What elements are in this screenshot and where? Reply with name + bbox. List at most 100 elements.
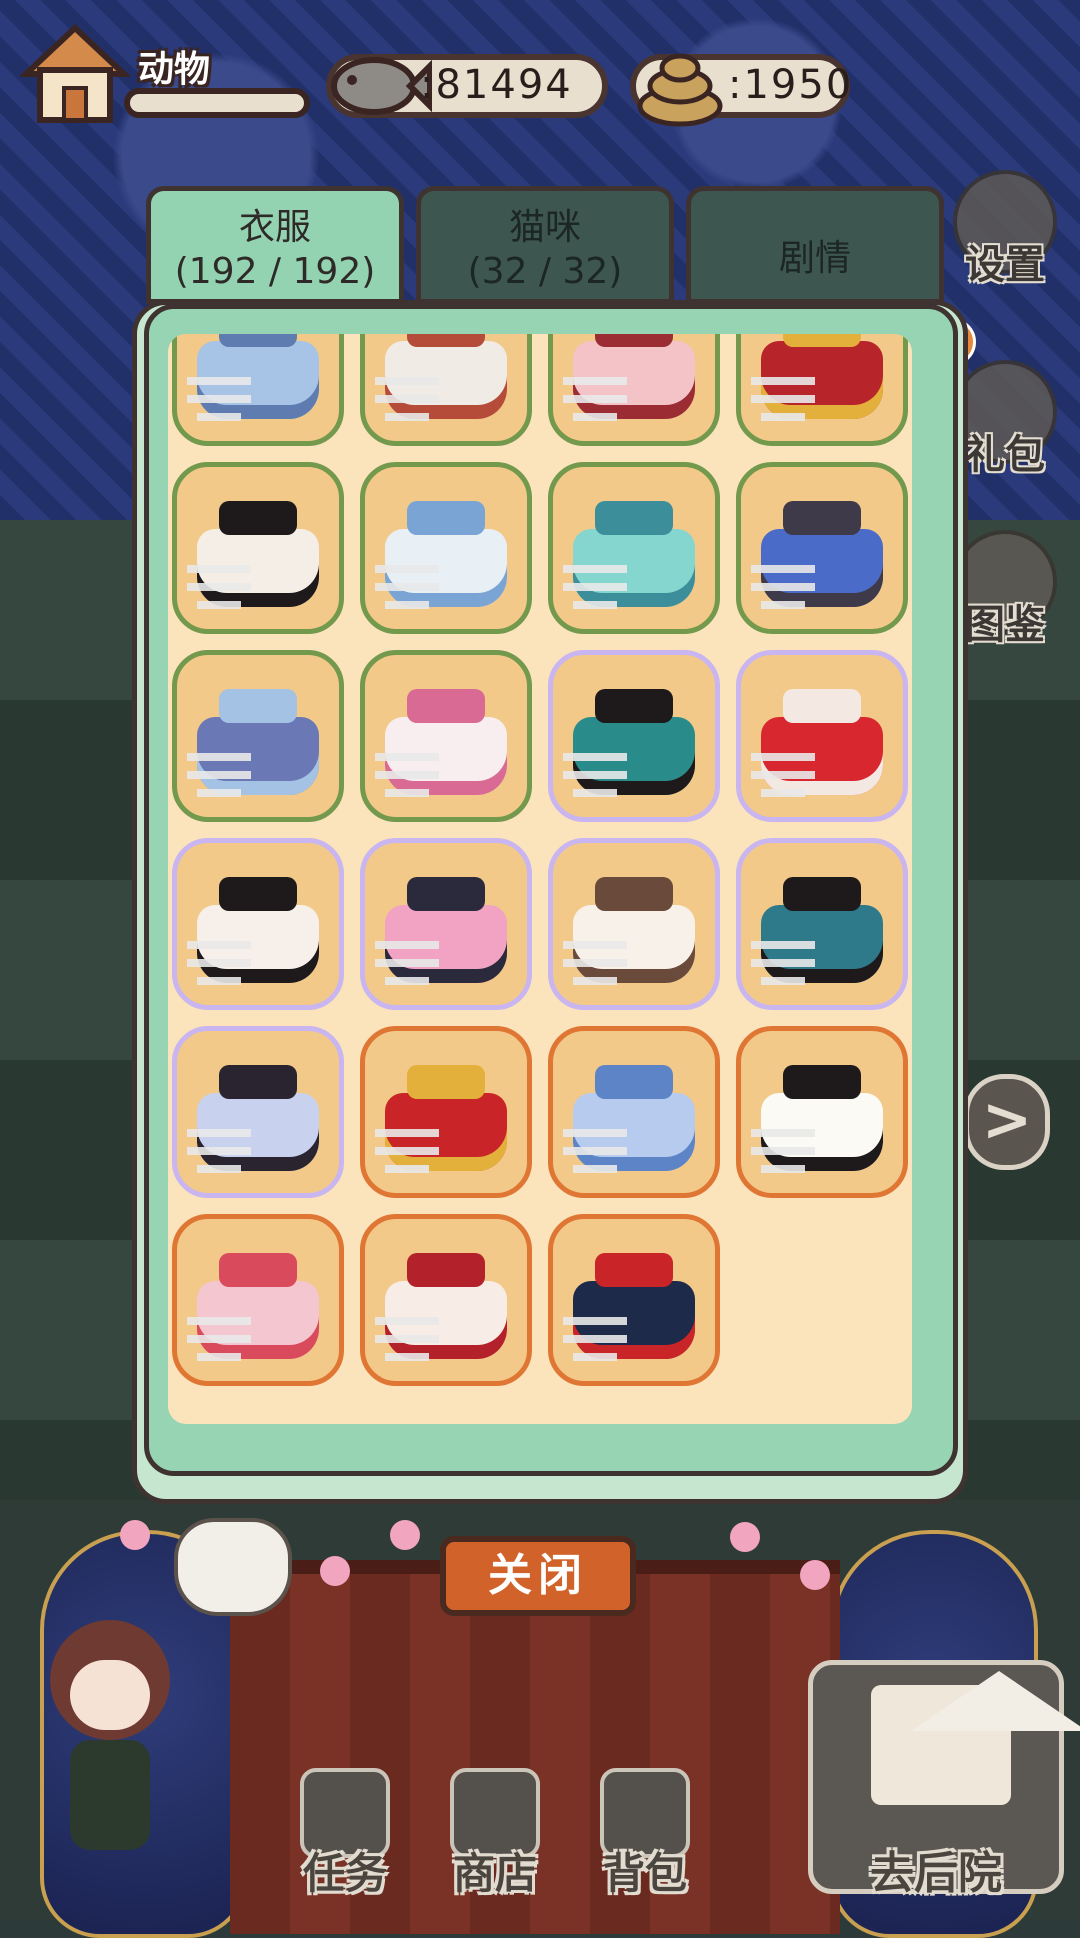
clothing-item[interactable] <box>360 1026 532 1198</box>
house-icon[interactable] <box>18 20 132 130</box>
equipped-badge-icon <box>375 371 439 427</box>
settings-button[interactable]: 设置 <box>950 170 1060 290</box>
go-backyard-button[interactable]: 去后院 <box>808 1660 1080 1899</box>
equipped-badge-icon <box>375 559 439 615</box>
tab-clothes[interactable]: 衣服 (192 / 192) <box>146 186 404 304</box>
equipped-badge-icon <box>187 935 251 991</box>
clothing-collar <box>595 501 673 535</box>
clothing-collar <box>783 689 861 723</box>
girl-face <box>70 1660 150 1730</box>
clothing-collar <box>219 334 297 347</box>
clothing-item[interactable] <box>548 1026 720 1198</box>
clothing-item[interactable] <box>548 1214 720 1386</box>
tab-clothes-count: (192 / 192) <box>174 251 376 292</box>
paw-icon <box>800 1560 830 1590</box>
paw-icon <box>390 1520 420 1550</box>
poop-count: :1950 <box>728 62 854 108</box>
tab-clothes-name: 衣服 <box>238 207 311 248</box>
clothing-item[interactable] <box>360 1214 532 1386</box>
equipped-badge-icon <box>375 1123 439 1179</box>
clothing-collar <box>595 334 673 347</box>
clothing-collar <box>783 877 861 911</box>
clothing-collar <box>219 1065 297 1099</box>
clothing-item[interactable] <box>548 462 720 634</box>
backyard-roof <box>911 1671 1080 1731</box>
equipped-badge-icon <box>187 559 251 615</box>
equipped-badge-icon <box>563 935 627 991</box>
clothing-collar <box>407 501 485 535</box>
tab-cats[interactable]: 猫咪 (32 / 32) <box>416 186 674 304</box>
cat-face-icon <box>174 1518 292 1616</box>
equipped-badge-icon <box>751 1123 815 1179</box>
clothing-collar <box>407 689 485 723</box>
equipped-badge-icon <box>563 1311 627 1367</box>
clothing-collar <box>783 334 861 347</box>
clothing-item[interactable] <box>736 838 908 1010</box>
clothing-collar <box>595 689 673 723</box>
backyard-house-icon <box>871 1671 1080 1805</box>
clothing-item[interactable] <box>548 838 720 1010</box>
backpack-button[interactable]: 背包 <box>590 1768 700 1898</box>
next-arrow-button[interactable]: > <box>964 1074 1050 1170</box>
clothing-item[interactable] <box>736 334 908 446</box>
clothing-item[interactable] <box>548 650 720 822</box>
clothing-item[interactable] <box>172 650 344 822</box>
equipped-badge-icon <box>563 747 627 803</box>
clothes-grid <box>168 334 912 1424</box>
tasks-button[interactable]: 任务 <box>290 1768 400 1898</box>
clothing-collar <box>595 1253 673 1287</box>
tab-story[interactable]: 剧情 <box>686 186 944 304</box>
tasks-label: 任务 <box>302 1849 387 1898</box>
equipped-badge-icon <box>751 559 815 615</box>
paw-icon <box>120 1520 150 1550</box>
clothing-item[interactable] <box>360 650 532 822</box>
clothing-collar <box>407 334 485 347</box>
clothing-collar <box>219 689 297 723</box>
shop-label: 商店 <box>452 1849 537 1898</box>
clothing-item[interactable] <box>360 334 532 446</box>
equipped-badge-icon <box>751 371 815 427</box>
shop-button[interactable]: 商店 <box>440 1768 550 1898</box>
clothing-item[interactable] <box>736 1026 908 1198</box>
backpack-label: 背包 <box>602 1849 687 1898</box>
clothing-collar <box>219 501 297 535</box>
equipped-badge-icon <box>375 747 439 803</box>
clothing-collar <box>407 1253 485 1287</box>
clothing-item[interactable] <box>172 1214 344 1386</box>
fish-count: :81494 <box>420 62 573 108</box>
girl-apron <box>70 1740 150 1850</box>
animal-label: 动物 <box>138 49 211 90</box>
clothing-item[interactable] <box>736 650 908 822</box>
clothing-collar <box>407 1065 485 1099</box>
clothing-item[interactable] <box>548 334 720 446</box>
clothing-item[interactable] <box>172 838 344 1010</box>
go-backyard-label: 去后院 <box>870 1848 1002 1899</box>
clothing-item[interactable] <box>172 462 344 634</box>
equipped-badge-icon <box>563 1123 627 1179</box>
close-button[interactable]: 关闭 <box>440 1536 636 1616</box>
clothing-collar <box>595 877 673 911</box>
poop-icon <box>632 40 728 130</box>
paw-icon <box>730 1522 760 1552</box>
clothing-collar <box>783 501 861 535</box>
clothing-collar <box>595 1065 673 1099</box>
shopkeeper-girl <box>40 1590 180 1890</box>
clothing-item[interactable] <box>736 462 908 634</box>
tab-cats-count: (32 / 32) <box>467 251 623 292</box>
tab-cats-name: 猫咪 <box>508 207 581 248</box>
equipped-badge-icon <box>751 747 815 803</box>
tab-story-name: 剧情 <box>778 238 851 279</box>
equipped-badge-icon <box>563 371 627 427</box>
equipped-badge-icon <box>187 371 251 427</box>
equipped-badge-icon <box>375 935 439 991</box>
equipped-badge-icon <box>187 1311 251 1367</box>
equipped-badge-icon <box>187 747 251 803</box>
animal-progress-bar <box>124 88 310 118</box>
clothing-item[interactable] <box>172 1026 344 1198</box>
fish-icon <box>322 34 433 134</box>
equipped-badge-icon <box>187 1123 251 1179</box>
clothing-item[interactable] <box>360 462 532 634</box>
clothing-item[interactable] <box>360 838 532 1010</box>
equipped-badge-icon <box>751 935 815 991</box>
clothing-item[interactable] <box>172 334 344 446</box>
